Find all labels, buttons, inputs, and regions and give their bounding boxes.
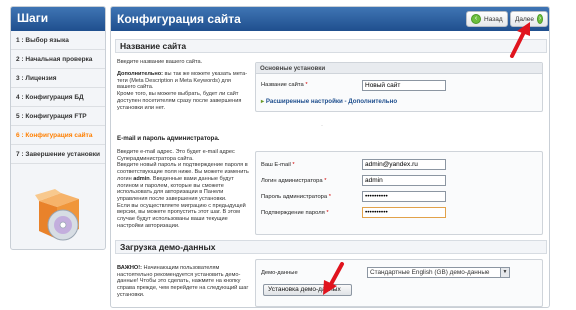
site-name-intro: Введите название вашего сайта. (117, 59, 203, 65)
admin-section-heading: E-mail и пароль администратора. (117, 135, 220, 142)
annotation-arrow-icon (510, 22, 530, 58)
admin-desc-3: Если вы осуществляете миграцию с предыду… (117, 202, 246, 229)
demo-description: ВАЖНО!: Начинающим пользователям настоят… (117, 265, 251, 299)
dropdown-arrow-icon: ▼ (500, 268, 509, 277)
admin-login-input[interactable] (362, 175, 446, 186)
site-name-input[interactable] (362, 80, 446, 91)
admin-login-label: Логин администратора * (261, 178, 327, 184)
site-name-label: Название сайта * (261, 82, 308, 88)
extra-text-body2: Кроме того, вы можете выбрать, будет ли … (117, 91, 242, 111)
admin-password-label: Пароль администратора * (261, 194, 332, 200)
admin-password-input[interactable] (362, 191, 446, 202)
advanced-settings-link[interactable]: ▸ Расширенные настройки - Дополнительно (261, 98, 397, 105)
back-button[interactable]: ‹ Назад (466, 11, 508, 27)
email-label: Ваш E-mail * (261, 162, 295, 168)
site-name-extra-text: Дополнительно: вы так же можете указать … (117, 71, 249, 111)
password-confirm-input[interactable] (362, 207, 446, 218)
demo-section-title: Загрузка демо-данных (115, 240, 547, 254)
back-button-label: Назад (484, 15, 503, 23)
admin-desc-2b: admin (133, 175, 150, 182)
arrow-left-icon: ‹ (471, 14, 481, 24)
password-confirm-label: Подтверждение пароля * (261, 210, 329, 216)
basic-settings-title: Основные установки (256, 63, 542, 74)
demo-data-select[interactable]: Стандартные English (GB) демо-данные ▼ (367, 267, 510, 278)
admin-description: Введите e-mail адрес. Это будет e-mail а… (117, 149, 251, 229)
advanced-settings-label: Расширенные настройки - Дополнительно (265, 98, 398, 105)
demo-data-label: Демо-данные (261, 270, 298, 276)
step-item-finish[interactable]: 7 : Завершение установки (11, 145, 105, 164)
step-item-language[interactable]: 1 : Выбор языка (11, 31, 105, 50)
steps-sidebar: Шаги 1 : Выбор языка 2 : Начальная прове… (10, 6, 106, 250)
annotation-arrow-icon (323, 262, 344, 295)
demo-data-select-value: Стандартные English (GB) демо-данные (370, 269, 490, 276)
site-name-section-title: Название сайта (115, 39, 547, 53)
arrow-right-icon: › (537, 14, 543, 24)
expand-triangle-icon: ▸ (261, 98, 265, 105)
email-input[interactable] (362, 159, 446, 170)
step-item-ftp[interactable]: 5 : Конфигурация FTP (11, 107, 105, 126)
divider-dot: · (321, 123, 323, 129)
step-item-database[interactable]: 4 : Конфигурация БД (11, 88, 105, 107)
step-item-license[interactable]: 3 : Лицензия (11, 69, 105, 88)
install-box-illustration (35, 189, 79, 241)
step-item-site-config[interactable]: 6 : Конфигурация сайта (11, 126, 105, 145)
extra-label: Дополнительно: (117, 71, 163, 77)
demo-important-label: ВАЖНО!: (117, 265, 142, 271)
admin-desc-1: Введите e-mail адрес. Это будет e-mail а… (117, 149, 235, 162)
step-item-precheck[interactable]: 2 : Начальная проверка (11, 50, 105, 69)
sidebar-title: Шаги (11, 7, 105, 31)
